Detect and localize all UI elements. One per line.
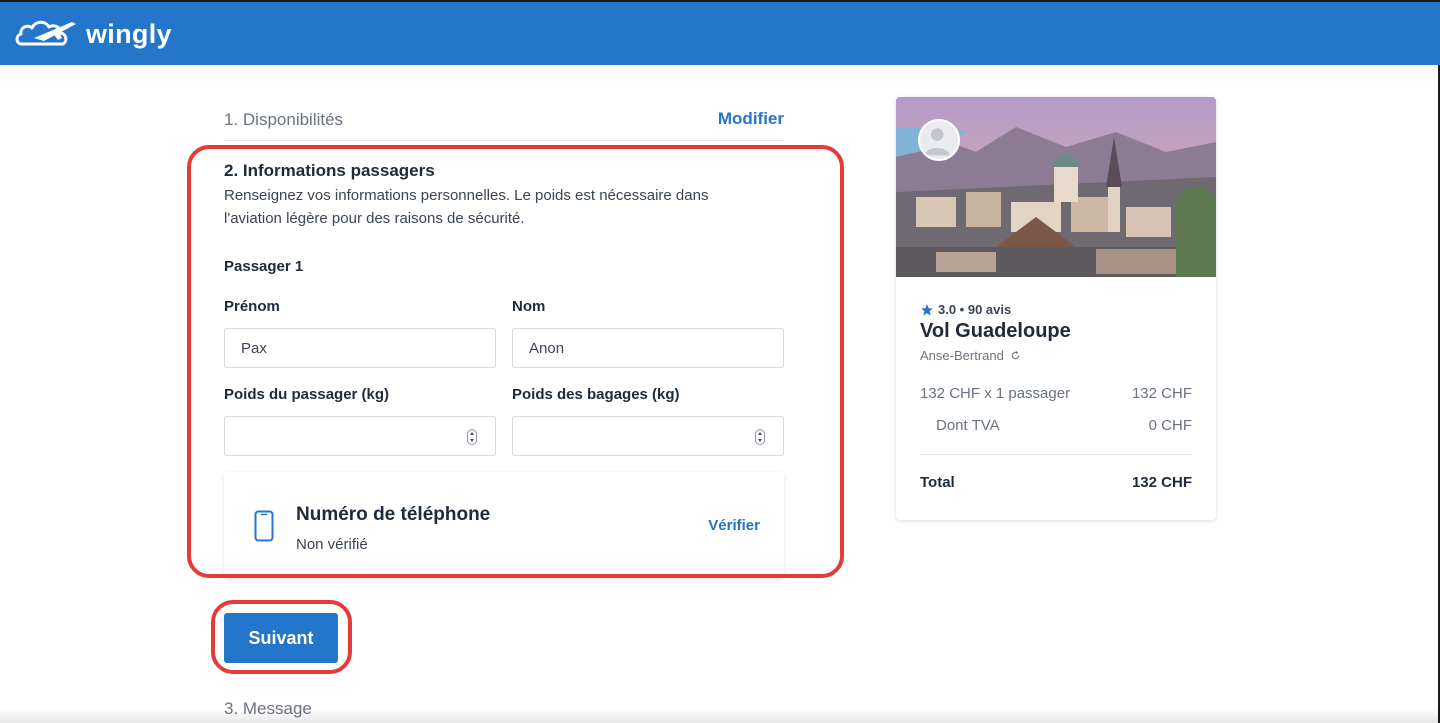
passenger-weight-stepper[interactable] (467, 429, 477, 445)
flight-location: Anse-Bertrand (920, 348, 1021, 363)
verify-phone-link[interactable]: Vérifier (708, 517, 760, 534)
passenger-weight-label: Poids du passager (kg) (224, 386, 390, 403)
brand-logo[interactable]: wingly (14, 16, 172, 52)
rating: 3.0 • 90 avis (920, 302, 1011, 317)
price-line-value: 132 CHF (1131, 385, 1192, 402)
baggage-weight-input[interactable] (512, 416, 784, 456)
phone-status: Non vérifié (296, 536, 368, 553)
step-availability-title: 1. Disponibilités (224, 110, 344, 129)
edit-availability-link[interactable]: Modifier (718, 109, 784, 129)
pilot-avatar[interactable] (918, 119, 960, 161)
last-name-input[interactable] (512, 328, 784, 368)
phone-number-title: Numéro de téléphone (296, 504, 491, 525)
first-name-label: Prénom (224, 298, 280, 315)
passenger-heading: Passager 1 (224, 258, 304, 275)
total-value: 132 CHF (1131, 474, 1192, 491)
user-icon (924, 128, 950, 156)
rating-text: 3.0 • 90 avis (938, 302, 1012, 317)
price-line-label: 132 CHF x 1 passager (920, 385, 1071, 402)
star-icon (921, 303, 933, 316)
baggage-weight-stepper[interactable] (755, 429, 765, 445)
last-name-label: Nom (512, 298, 546, 315)
brand-name: wingly (86, 18, 172, 49)
cloud-plane-icon (15, 20, 76, 46)
flight-location-text: Anse-Bertrand (920, 348, 1004, 363)
refresh-icon (1012, 350, 1020, 360)
next-button[interactable]: Suivant (224, 613, 338, 663)
baggage-weight-label: Poids des bagages (kg) (512, 386, 680, 403)
bottom-shadow (0, 709, 1440, 723)
first-name-input[interactable] (224, 328, 496, 368)
summary-divider (920, 454, 1192, 455)
step-passengers-title: 2. Informations passagers (224, 161, 435, 180)
vat-value: 0 CHF (1148, 417, 1192, 434)
flight-summary-card: 3.0 • 90 avis Vol Guadeloupe Anse-Bertra… (896, 97, 1216, 520)
step-availability: 1. Disponibilités Modifier (224, 108, 784, 141)
app-header: wingly (0, 0, 1440, 65)
flight-title: Vol Guadeloupe (920, 320, 1071, 342)
phone-verification-card: Numéro de téléphone Non vérifié Vérifier (224, 472, 784, 578)
vat-label: Dont TVA (936, 417, 1000, 434)
smartphone-icon (254, 510, 274, 542)
passenger-weight-input[interactable] (224, 416, 496, 456)
step-passengers-description: Renseignez vos informations personnelles… (224, 187, 709, 227)
total-label: Total (920, 474, 955, 491)
